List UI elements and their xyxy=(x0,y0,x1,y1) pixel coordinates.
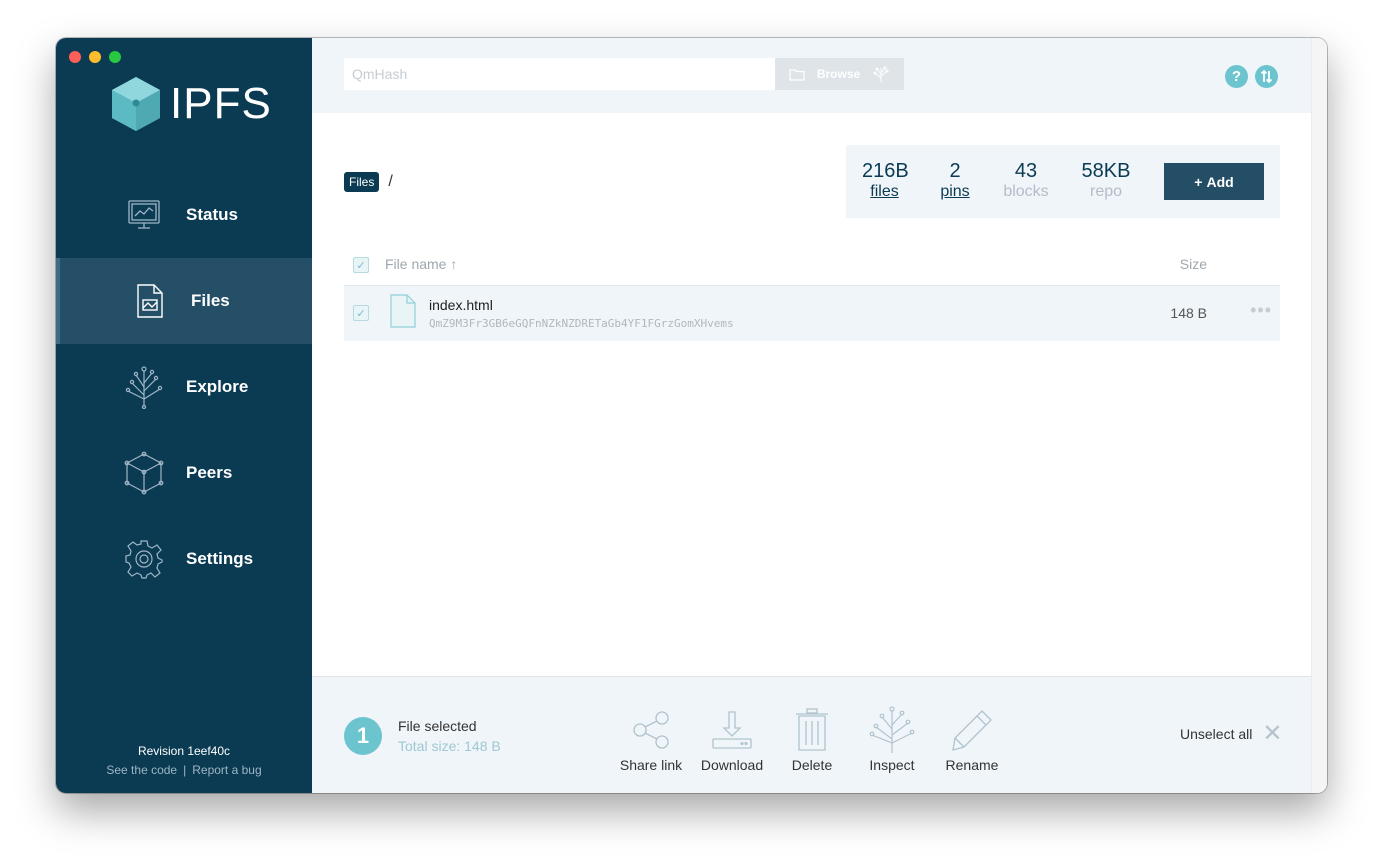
stat-blocks: 43 blocks xyxy=(1001,160,1051,202)
select-all-checkbox[interactable]: ✓ xyxy=(353,257,369,273)
unselect-all-label: Unselect all xyxy=(1180,726,1253,742)
share-link-button[interactable]: Share link xyxy=(611,705,691,773)
peers-cube-icon xyxy=(124,451,164,495)
sidebar-item-status[interactable]: Status xyxy=(56,172,312,258)
main-content: Browse ? Files / xyxy=(312,38,1327,793)
close-window-button[interactable] xyxy=(69,51,81,63)
sidebar-item-files[interactable]: Files xyxy=(56,258,312,344)
stat-pins: 2 pins xyxy=(938,160,972,202)
window-controls xyxy=(69,51,121,63)
folder-icon xyxy=(789,68,805,81)
sidebar-item-label: Explore xyxy=(186,377,249,396)
explore-tree-icon xyxy=(873,66,889,82)
stat-repo-value: 58KB xyxy=(1081,160,1131,182)
stat-repo-label: repo xyxy=(1089,183,1123,200)
selection-title: File selected xyxy=(398,718,477,734)
sidebar-item-label: Peers xyxy=(186,463,233,482)
sidebar-item-label: Settings xyxy=(186,549,254,568)
zoom-window-button[interactable] xyxy=(109,51,121,63)
pencil-icon xyxy=(952,710,992,751)
sidebar-footer: Revision 1eef40c See the code | Report a b… xyxy=(56,744,312,777)
inspect-label: Inspect xyxy=(869,757,915,773)
browse-label: Browse xyxy=(816,67,861,81)
table-header: ✓ File name ↑ Size xyxy=(344,243,1280,283)
close-icon: ✕ xyxy=(1262,720,1283,747)
connection-status-icon[interactable] xyxy=(1255,65,1278,88)
sidebar: IPFS Status Files Explore Peers Settings… xyxy=(56,38,312,793)
stat-repo: 58KB repo xyxy=(1080,160,1132,202)
delete-button[interactable]: Delete xyxy=(772,705,852,773)
sidebar-item-label: Files xyxy=(191,291,230,310)
selection-total-size: Total size: 148 B xyxy=(398,738,501,754)
inspect-button[interactable]: Inspect xyxy=(852,705,932,773)
hash-input[interactable] xyxy=(344,58,775,90)
download-button[interactable]: Download xyxy=(692,705,772,773)
file-document-icon xyxy=(390,294,416,328)
settings-gear-icon xyxy=(124,539,164,579)
breadcrumb-separator: / xyxy=(388,173,393,190)
scrollbar-track[interactable] xyxy=(1311,38,1327,793)
trash-icon xyxy=(796,708,828,751)
stat-files: 216B files xyxy=(862,160,909,202)
top-bar: Browse ? xyxy=(312,38,1312,113)
repo-stats: 216B files 2 pins 43 blocks 58KB repo + … xyxy=(846,145,1280,218)
delete-label: Delete xyxy=(791,757,833,773)
rename-label: Rename xyxy=(945,757,999,773)
sort-arrow-icon: ↑ xyxy=(450,256,458,272)
sidebar-item-explore[interactable]: Explore xyxy=(56,344,312,430)
table-row[interactable]: ✓ index.html QmZ9M3Fr3GB6eGQFnNZkNZDRETa… xyxy=(344,285,1280,341)
stat-blocks-value: 43 xyxy=(1014,160,1038,182)
explore-tree-icon xyxy=(124,366,164,409)
row-checkbox[interactable]: ✓ xyxy=(353,305,369,321)
file-size: 148 B xyxy=(1170,305,1207,321)
add-button[interactable]: + Add xyxy=(1164,163,1264,200)
minimize-window-button[interactable] xyxy=(89,51,101,63)
sidebar-item-peers[interactable]: Peers xyxy=(56,430,312,516)
stat-files-value: 216B xyxy=(862,160,909,182)
sidebar-nav: Status Files Explore Peers Settings xyxy=(56,172,312,602)
top-right-icons: ? xyxy=(1225,65,1278,88)
sidebar-item-settings[interactable]: Settings xyxy=(56,516,312,602)
files-document-icon xyxy=(130,281,170,321)
stat-pins-link[interactable]: pins xyxy=(938,182,972,202)
browse-button[interactable]: Browse xyxy=(775,58,904,90)
file-name[interactable]: index.html xyxy=(429,297,493,313)
add-label: Add xyxy=(1206,173,1234,190)
stat-files-link[interactable]: files xyxy=(862,182,907,202)
rename-button[interactable]: Rename xyxy=(932,705,1012,773)
footer-separator: | xyxy=(183,763,187,777)
revision-text: Revision 1eef40c xyxy=(137,744,231,758)
more-options-icon[interactable]: ••• xyxy=(1250,300,1272,321)
add-prefix: + xyxy=(1194,173,1203,190)
report-bug-link[interactable]: Report a bug xyxy=(192,763,261,777)
download-label: Download xyxy=(700,757,764,773)
share-link-label: Share link xyxy=(619,757,683,773)
stat-pins-value: 2 xyxy=(949,160,961,182)
selection-count-badge: 1 xyxy=(344,717,382,755)
sidebar-item-label: Status xyxy=(186,205,238,224)
share-icon xyxy=(633,711,669,749)
ipfs-cube-icon xyxy=(112,77,160,131)
column-name-label: File name xyxy=(385,256,447,272)
column-header-name[interactable]: File name ↑ xyxy=(385,256,457,272)
help-icon[interactable]: ? xyxy=(1225,65,1248,88)
app-window: IPFS Status Files Explore Peers Settings… xyxy=(56,38,1327,793)
breadcrumb: Files / xyxy=(344,172,393,192)
logo-text: IPFS xyxy=(170,79,272,128)
stat-blocks-label: blocks xyxy=(1003,183,1049,200)
ipfs-logo: IPFS xyxy=(110,75,272,133)
breadcrumb-root[interactable]: Files xyxy=(344,172,380,192)
footer-links: See the code | Report a bug xyxy=(56,763,312,777)
column-header-size[interactable]: Size xyxy=(1180,256,1207,272)
status-monitor-icon xyxy=(124,195,164,235)
file-hash: QmZ9M3Fr3GB6eGQFnNZkNZDRETaGb4YF1FGrzGom… xyxy=(429,317,734,330)
see-code-link[interactable]: See the code xyxy=(106,763,177,777)
selection-bar: 1 File selected Total size: 148 B Share … xyxy=(312,676,1312,793)
unselect-all-button[interactable]: Unselect all ✕ xyxy=(1180,720,1283,747)
explore-tree-icon xyxy=(869,706,915,753)
download-icon xyxy=(712,711,752,749)
